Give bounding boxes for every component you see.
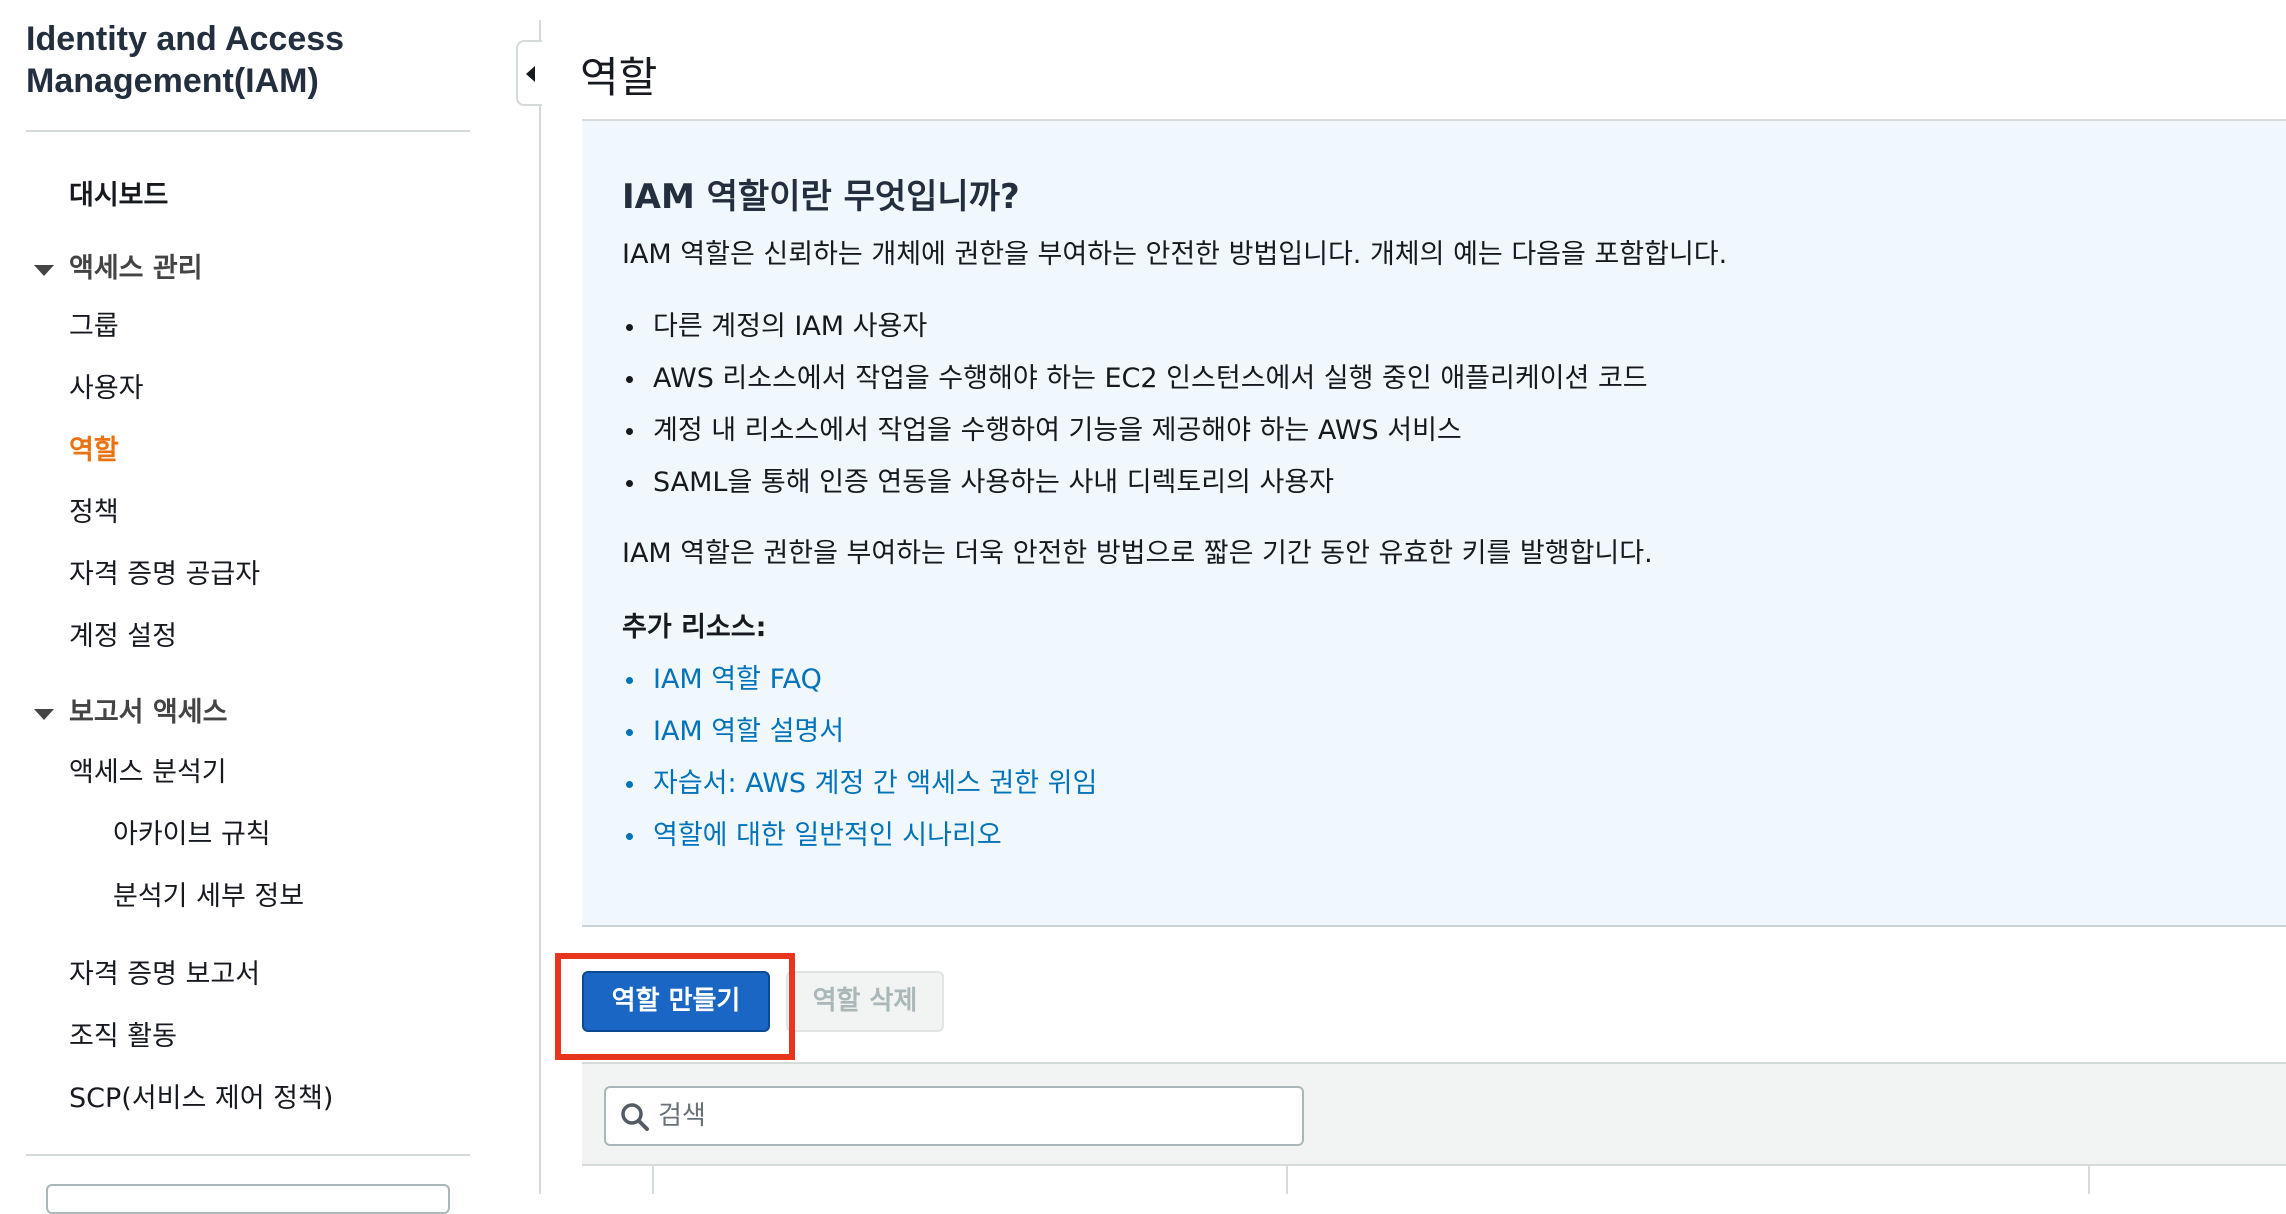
sidebar-item-organization-activity[interactable]: 조직 활동	[69, 1020, 177, 1054]
sidebar-item-users[interactable]: 사용자	[69, 372, 144, 406]
sidebar-search-box[interactable]	[46, 1184, 450, 1214]
create-role-button[interactable]: 역할 만들기	[582, 971, 770, 1032]
info-heading: IAM 역할이란 무엇입니까?	[622, 177, 1020, 217]
delete-role-button: 역할 삭제	[786, 971, 944, 1032]
resource-link-scenarios[interactable]: 역할에 대한 일반적인 시나리오	[622, 818, 1097, 870]
caret-left-icon	[526, 66, 535, 82]
sidebar-collapse-button[interactable]	[516, 40, 542, 106]
info-summary: IAM 역할은 권한을 부여하는 더욱 안전한 방법으로 짧은 기간 동안 유효…	[622, 538, 1653, 569]
resources-label: 추가 리소스:	[622, 612, 767, 643]
list-item: 다른 계정의 IAM 사용자	[622, 309, 1648, 361]
table-toolbar	[582, 1062, 2286, 1166]
page-title: 역할	[580, 53, 658, 102]
resource-link-docs[interactable]: IAM 역할 설명서	[622, 714, 1097, 766]
sidebar-item-credential-report[interactable]: 자격 증명 보고서	[69, 958, 260, 992]
caret-down-icon[interactable]	[34, 709, 54, 720]
column-separator	[1286, 1166, 1288, 1194]
sidebar-item-roles[interactable]: 역할	[69, 434, 119, 468]
sidebar-item-account-settings[interactable]: 계정 설정	[69, 620, 177, 654]
sidebar-item-access-analyzer[interactable]: 액세스 분석기	[69, 756, 227, 790]
sidebar: Identity and Access Management(IAM) 대시보드…	[0, 0, 540, 1214]
examples-list: 다른 계정의 IAM 사용자 AWS 리소스에서 작업을 수행해야 하는 EC2…	[622, 309, 1648, 517]
info-intro: IAM 역할은 신뢰하는 개체에 권한을 부여하는 안전한 방법입니다. 개체의…	[622, 239, 1728, 270]
sidebar-item-analyzer-details[interactable]: 분석기 세부 정보	[113, 880, 304, 914]
caret-down-icon[interactable]	[34, 265, 54, 276]
sidebar-border	[539, 20, 541, 1194]
search-icon	[621, 1103, 649, 1131]
sidebar-item-dashboard[interactable]: 대시보드	[69, 179, 168, 213]
list-item: 계정 내 리소스에서 작업을 수행하여 기능을 제공해야 하는 AWS 서비스	[622, 413, 1648, 465]
table-header-row	[582, 1166, 2286, 1194]
sidebar-item-identity-providers[interactable]: 자격 증명 공급자	[69, 558, 260, 592]
sidebar-item-scp[interactable]: SCP(서비스 제어 정책)	[69, 1082, 333, 1116]
sidebar-divider	[26, 1154, 470, 1156]
column-separator	[652, 1166, 654, 1194]
sidebar-section-access-reports[interactable]: 보고서 액세스	[69, 696, 227, 730]
column-separator	[2088, 1166, 2090, 1194]
sidebar-item-groups[interactable]: 그룹	[69, 310, 119, 344]
list-item: AWS 리소스에서 작업을 수행해야 하는 EC2 인스턴스에서 실행 중인 애…	[622, 361, 1648, 413]
sidebar-section-access-management[interactable]: 액세스 관리	[69, 252, 203, 286]
list-item: SAML을 통해 인증 연동을 사용하는 사내 디렉토리의 사용자	[622, 465, 1648, 517]
search-input[interactable]	[656, 1092, 1286, 1140]
resources-list: IAM 역할 FAQ IAM 역할 설명서 자습서: AWS 계정 간 액세스 …	[622, 662, 1097, 870]
info-panel: IAM 역할이란 무엇입니까? IAM 역할은 신뢰하는 개체에 권한을 부여하…	[582, 121, 2286, 927]
search-box[interactable]	[604, 1086, 1304, 1146]
resource-link-faq[interactable]: IAM 역할 FAQ	[622, 662, 1097, 714]
sidebar-title[interactable]: Identity and Access Management(IAM)	[26, 18, 486, 102]
sidebar-item-archive-rules[interactable]: 아카이브 규칙	[113, 818, 271, 852]
sidebar-item-policies[interactable]: 정책	[69, 496, 119, 530]
sidebar-divider	[26, 130, 470, 132]
resource-link-tutorial[interactable]: 자습서: AWS 계정 간 액세스 권한 위임	[622, 766, 1097, 818]
